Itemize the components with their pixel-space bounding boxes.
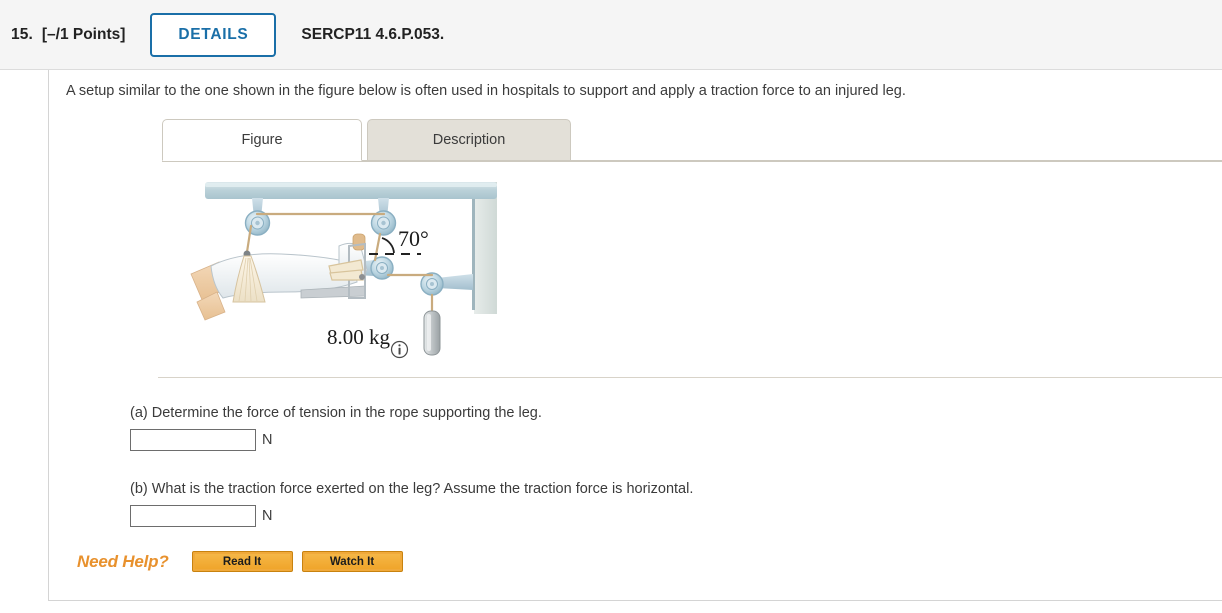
part-b-answer-row: N [130, 505, 693, 527]
part-b-unit: N [262, 508, 273, 524]
details-button[interactable]: DETAILS [150, 12, 277, 57]
wall-structure [472, 182, 497, 314]
part-a-prompt: (a) Determine the force of tension in th… [130, 405, 542, 421]
traction-setup-figure: 70° 8.00 kg [189, 174, 569, 374]
angle-label: 70° [398, 226, 429, 251]
tab-figure[interactable]: Figure [162, 119, 362, 161]
question-part-a: (a) Determine the force of tension in th… [130, 405, 542, 451]
overhead-rail [205, 182, 497, 199]
question-code: SERCP11 4.6.P.053. [301, 25, 445, 43]
question-content: A setup similar to the one shown in the … [49, 70, 1222, 600]
question-number: 15. [11, 25, 33, 43]
mass-label: 8.00 kg [327, 325, 391, 349]
figure-description-tabs: Figure Description [162, 119, 1222, 162]
need-help-section: Need Help? Read It Watch It [77, 551, 403, 572]
info-icon[interactable] [390, 340, 409, 359]
bottom-divider [48, 600, 1222, 601]
figure-illustration: 70° 8.00 kg [190, 182, 497, 356]
figure-divider [158, 377, 1222, 378]
part-a-answer-input[interactable] [130, 429, 256, 451]
need-help-label: Need Help? [77, 551, 169, 571]
tab-description[interactable]: Description [367, 119, 571, 161]
watch-it-button[interactable]: Watch It [301, 551, 403, 572]
part-b-answer-input[interactable] [130, 505, 256, 527]
question-intro-text: A setup similar to the one shown in the … [66, 83, 906, 99]
part-a-unit: N [262, 432, 273, 448]
question-points: [–/1 Points] [41, 25, 126, 43]
part-a-answer-row: N [130, 429, 542, 451]
read-it-button[interactable]: Read It [191, 551, 293, 572]
part-b-prompt: (b) What is the traction force exerted o… [130, 481, 694, 497]
question-header: 15. [–/1 Points] DETAILS SERCP11 4.6.P.0… [0, 0, 1222, 70]
question-body: A setup similar to the one shown in the … [0, 70, 1222, 613]
question-part-b: (b) What is the traction force exerted o… [130, 481, 693, 527]
hanging-weight [423, 310, 441, 356]
